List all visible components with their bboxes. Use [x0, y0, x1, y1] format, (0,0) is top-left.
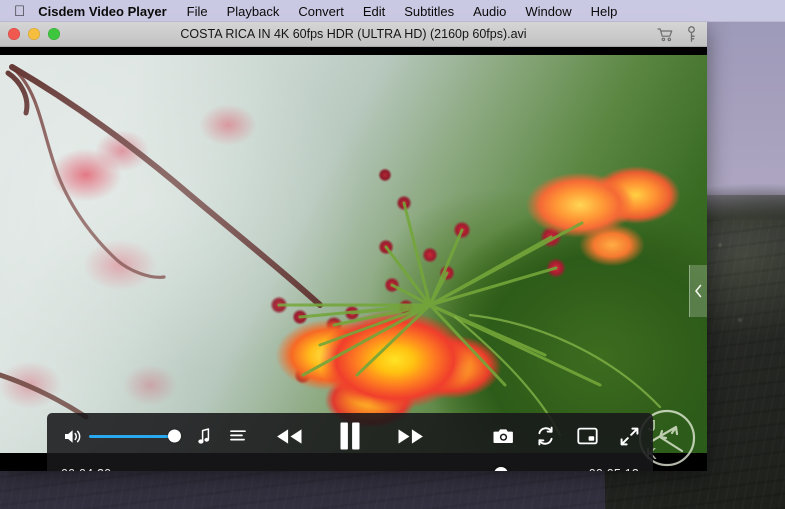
side-panel-toggle[interactable] [689, 265, 707, 317]
video-surface[interactable]: J K [0, 47, 707, 471]
menu-item-convert[interactable]: Convert [298, 4, 344, 19]
titlebar-icon-group [657, 22, 697, 46]
menu-item-edit[interactable]: Edit [363, 4, 385, 19]
window-title-bar[interactable]: COSTA RICA IN 4K 60fps HDR (ULTRA HD) (2… [0, 22, 707, 47]
control-left-group [62, 425, 249, 447]
menu-item-window[interactable]: Window [525, 4, 571, 19]
window-traffic-lights [8, 28, 60, 40]
control-buttons-row [47, 413, 653, 459]
fullscreen-expand-icon[interactable] [620, 427, 639, 446]
key-icon[interactable] [686, 25, 697, 43]
chevron-left-icon [695, 284, 702, 298]
shopping-cart-icon[interactable] [657, 27, 674, 42]
pause-icon[interactable] [338, 421, 363, 451]
volume-speaker-icon[interactable] [62, 426, 82, 446]
video-player-window: COSTA RICA IN 4K 60fps HDR (ULTRA HD) (2… [0, 22, 707, 471]
menu-item-help[interactable]: Help [591, 4, 618, 19]
music-note-icon[interactable] [193, 425, 215, 447]
loop-repeat-icon[interactable] [536, 426, 555, 446]
apple-logo-icon[interactable]:  [14, 4, 25, 19]
picture-in-picture-icon[interactable] [577, 427, 598, 445]
control-right-group [493, 426, 639, 446]
subtitle-lines-icon[interactable] [227, 425, 249, 447]
video-frame [0, 55, 707, 453]
total-time-label: 00:05:13 [589, 467, 639, 471]
menu-item-file[interactable]: File [187, 4, 208, 19]
camera-snapshot-icon[interactable] [493, 427, 514, 445]
close-button[interactable] [8, 28, 20, 40]
letterbox-top [0, 47, 707, 55]
window-title: COSTA RICA IN 4K 60fps HDR (ULTRA HD) (2… [180, 27, 527, 41]
fast-forward-icon[interactable] [397, 427, 426, 446]
rewind-icon[interactable] [275, 427, 304, 446]
current-time-label: 00:04:20 [61, 467, 111, 471]
minimize-button[interactable] [28, 28, 40, 40]
menu-app-name[interactable]: Cisdem Video Player [38, 4, 166, 19]
volume-slider-knob[interactable] [168, 429, 181, 443]
player-control-bar: 00:04:20 00:05:13 [47, 413, 653, 471]
menu-bar:  Cisdem Video Player File Playback Conv… [0, 0, 785, 22]
menu-item-audio[interactable]: Audio [473, 4, 506, 19]
transport-controls [275, 421, 426, 451]
menu-item-playback[interactable]: Playback [227, 4, 280, 19]
seek-row: 00:04:20 00:05:13 [47, 459, 653, 471]
zoom-button[interactable] [48, 28, 60, 40]
seek-slider-knob[interactable] [493, 467, 508, 471]
volume-slider[interactable] [89, 429, 181, 443]
menu-item-subtitles[interactable]: Subtitles [404, 4, 454, 19]
